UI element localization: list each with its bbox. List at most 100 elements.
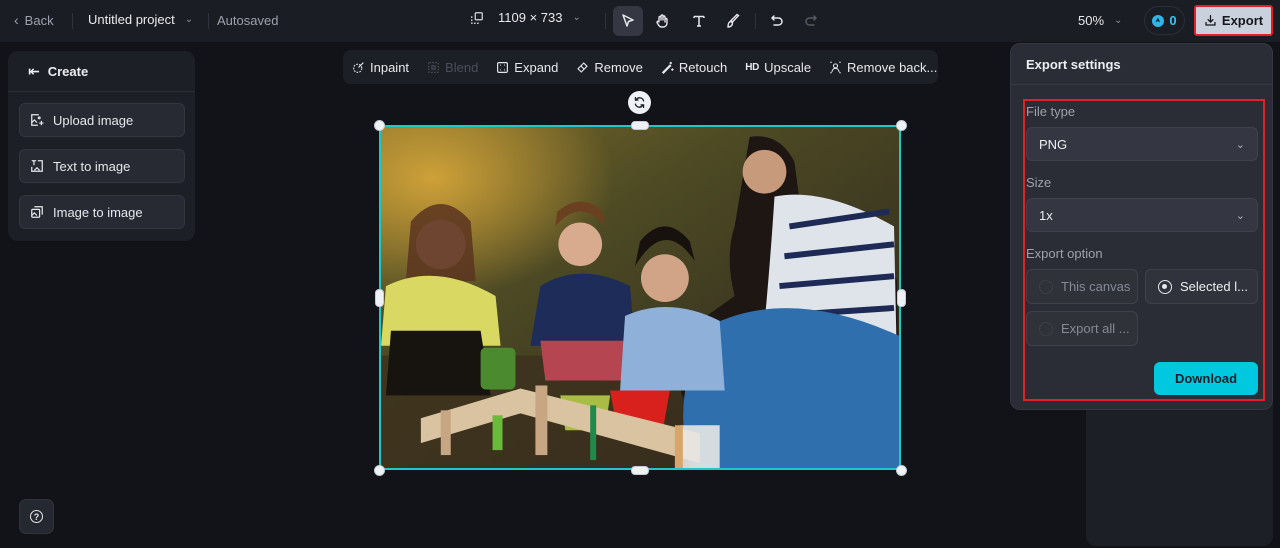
chevron-down-icon: ⌄	[184, 14, 194, 25]
selected-image[interactable]	[379, 125, 901, 470]
remove-label: Remove	[594, 59, 643, 75]
credits-button[interactable]: 0	[1144, 6, 1185, 35]
divider	[208, 13, 209, 29]
hand-tool-button[interactable]	[647, 6, 677, 36]
export-option-selected-layers[interactable]: Selected l...	[1145, 269, 1258, 304]
export-label: Export	[1221, 13, 1264, 28]
canvas-size-dropdown[interactable]: 1109 × 733 ⌄	[498, 10, 581, 25]
upload-image-icon	[31, 114, 44, 126]
cursor-icon	[622, 14, 634, 27]
divider	[605, 13, 606, 29]
undo-button[interactable]	[762, 6, 792, 36]
selected-layers-label: Selected l...	[1180, 279, 1248, 294]
export-option-this-canvas[interactable]: This canvas	[1026, 269, 1138, 304]
image-to-image-button[interactable]: Image to image	[19, 195, 185, 229]
remove-background-button[interactable]: Remove back...	[829, 60, 937, 75]
remove-button[interactable]: Remove	[576, 59, 643, 75]
text-to-image-icon	[31, 160, 43, 172]
size-select[interactable]: 1x ⌄	[1026, 198, 1258, 232]
chevron-down-icon: ⌄	[1235, 138, 1245, 151]
zoom-level-value: 50%	[1078, 13, 1105, 28]
resize-canvas-icon[interactable]	[470, 11, 484, 25]
resize-handle-bottom-right[interactable]	[896, 465, 907, 476]
credits-count: 0	[1169, 13, 1177, 28]
upscale-button[interactable]: HD Upscale	[745, 60, 811, 75]
canvas-size-value: 1109 × 733	[498, 10, 563, 25]
size-label: Size	[1026, 175, 1052, 190]
image-to-image-label: Image to image	[53, 204, 143, 220]
text-tool-button[interactable]	[684, 6, 714, 36]
radio-unchecked-icon	[1039, 321, 1053, 336]
download-icon	[1205, 14, 1216, 26]
back-button[interactable]: ‹ Back	[14, 12, 54, 28]
project-name-dropdown[interactable]: Untitled project ⌄	[88, 12, 193, 27]
chevron-down-icon: ⌄	[1235, 209, 1245, 222]
resize-handle-top-left[interactable]	[374, 120, 385, 131]
retouch-button[interactable]: Retouch	[661, 60, 727, 75]
resize-handle-bottom[interactable]	[631, 466, 649, 475]
undo-icon	[770, 15, 783, 26]
edit-toolbar: Inpaint Blend Expand Remove Retouch HD U…	[343, 50, 938, 84]
remove-background-label: Remove back...	[847, 59, 938, 75]
create-panel-header: ⇤ Create	[8, 51, 195, 92]
text-to-image-label: Text to image	[53, 158, 131, 174]
expand-button[interactable]: Expand	[496, 60, 558, 75]
redo-button[interactable]	[796, 6, 826, 36]
collapse-panel-icon[interactable]: ⇤	[28, 63, 40, 80]
divider	[755, 13, 756, 29]
export-settings-title: Export settings	[1011, 44, 1272, 85]
right-side-panel	[1086, 400, 1273, 546]
top-bar: ‹ Back Untitled project ⌄ Autosaved 1109…	[0, 0, 1280, 42]
canvas-photo	[381, 127, 899, 468]
file-type-label: File type	[1026, 104, 1076, 119]
create-panel-title: Create	[47, 63, 89, 79]
chevron-left-icon: ‹	[14, 12, 19, 28]
canvas-size-control: 1109 × 733 ⌄	[470, 10, 581, 25]
help-icon: ?	[30, 510, 43, 523]
retouch-wand-icon	[661, 61, 674, 74]
save-status: Autosaved	[217, 13, 279, 28]
export-option-export-all[interactable]: Export all ...	[1026, 311, 1138, 346]
chevron-down-icon: ⌄	[1114, 15, 1123, 26]
resize-handle-bottom-left[interactable]	[374, 465, 385, 476]
project-name: Untitled project	[88, 12, 175, 27]
zoom-level-dropdown[interactable]: 50% ⌄	[1078, 13, 1122, 28]
resize-handle-top[interactable]	[631, 121, 649, 130]
size-value: 1x	[1039, 207, 1053, 223]
export-option-label: Export option	[1026, 246, 1103, 261]
upload-image-button[interactable]: Upload image	[19, 103, 185, 137]
brush-tool-button[interactable]	[718, 6, 748, 36]
blend-button[interactable]: Blend	[427, 60, 478, 75]
file-type-select[interactable]: PNG ⌄	[1026, 127, 1258, 161]
radio-checked-icon	[1158, 279, 1172, 294]
download-button[interactable]: Download	[1154, 362, 1258, 395]
resize-handle-left[interactable]	[375, 289, 384, 307]
expand-label: Expand	[514, 59, 559, 75]
rotate-icon	[634, 96, 645, 109]
inpaint-button[interactable]: Inpaint	[352, 60, 409, 75]
redo-icon	[805, 15, 818, 26]
eraser-icon	[577, 61, 589, 73]
resize-handle-right[interactable]	[897, 289, 906, 307]
text-to-image-button[interactable]: Text to image	[19, 149, 185, 183]
image-to-image-icon	[31, 206, 43, 218]
chevron-down-icon: ⌄	[572, 12, 581, 23]
rotate-button[interactable]	[628, 91, 651, 114]
expand-icon	[497, 61, 509, 73]
hand-icon	[656, 14, 668, 28]
export-settings-popover: Export settings File type PNG ⌄ Size 1x …	[1010, 43, 1273, 410]
export-button[interactable]: Export	[1194, 5, 1273, 36]
this-canvas-label: This canvas	[1061, 279, 1131, 294]
text-icon	[693, 15, 705, 27]
resize-handle-top-right[interactable]	[896, 120, 907, 131]
retouch-label: Retouch	[678, 59, 728, 75]
divider	[72, 13, 73, 29]
upscale-label: Upscale	[764, 59, 812, 75]
blend-icon	[428, 61, 439, 73]
help-button[interactable]: ?	[19, 499, 54, 534]
select-tool-button[interactable]	[613, 6, 643, 36]
upload-image-label: Upload image	[53, 112, 134, 128]
export-all-label: Export all ...	[1061, 321, 1130, 336]
create-panel: ⇤ Create Upload image Text to image Imag…	[8, 51, 195, 241]
remove-background-icon	[830, 61, 841, 73]
